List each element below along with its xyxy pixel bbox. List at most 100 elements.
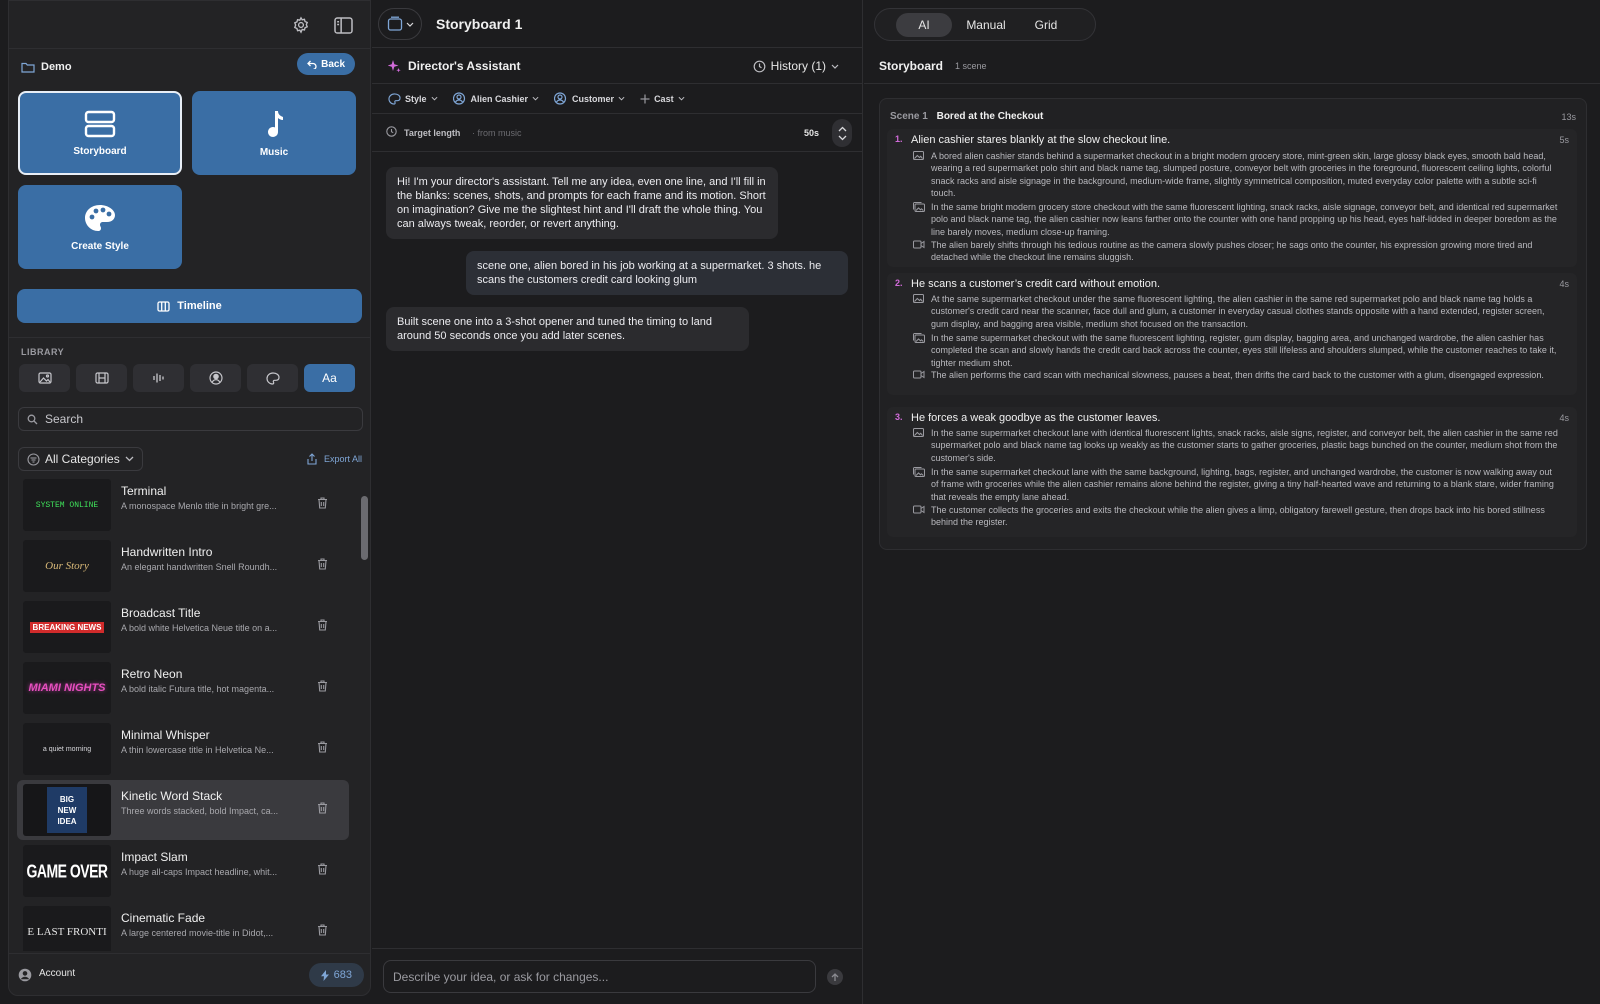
shot-card[interactable]: 3. He forces a weak goodbye as the custo…: [887, 407, 1577, 537]
list-item[interactable]: a quiet morning Minimal Whisper A thin l…: [17, 719, 349, 779]
back-button[interactable]: Back: [297, 53, 355, 75]
trash-icon[interactable]: [317, 558, 328, 570]
scene-header: Scene 1 Bored at the Checkout: [890, 111, 1043, 122]
mode-switcher: AI Manual Grid: [874, 8, 1096, 41]
create-style-tile[interactable]: Create Style: [18, 185, 182, 269]
list-item-selected[interactable]: BIG NEW IDEA Kinetic Word Stack Three wo…: [17, 780, 349, 840]
image-prompt[interactable]: In the same supermarket checkout lane wi…: [913, 427, 1561, 464]
shot-card[interactable]: 1. Alien cashier stares blankly at the s…: [887, 129, 1577, 267]
item-thumbnail: BREAKING NEWS: [23, 601, 111, 653]
chevron-down-icon: [678, 96, 685, 101]
target-length-label: Target length: [404, 128, 461, 138]
motion-prompt[interactable]: The alien barely shifts through his tedi…: [913, 239, 1561, 264]
character-chip-alien-cashier[interactable]: Alien Cashier: [452, 92, 540, 105]
shot-number: 2.: [895, 278, 903, 288]
palette-icon: [388, 92, 401, 105]
library-tab-styles[interactable]: [247, 364, 298, 392]
toggle-sidebar-icon[interactable]: [333, 15, 353, 35]
trash-icon[interactable]: [317, 619, 328, 631]
chip-label: Customer: [572, 93, 615, 104]
motion-prompt[interactable]: The alien performs the card scan with me…: [913, 369, 1561, 381]
scene-count: 1 scene: [955, 61, 987, 71]
music-tile[interactable]: Music: [192, 91, 356, 175]
plus-icon: [640, 94, 650, 104]
item-title: Minimal Whisper: [121, 728, 210, 742]
send-button[interactable]: [827, 969, 843, 985]
trash-icon[interactable]: [317, 680, 328, 692]
library-tab-images[interactable]: [19, 364, 70, 392]
library-tab-video[interactable]: [76, 364, 127, 392]
account-label[interactable]: Account: [39, 968, 75, 979]
palette-small-icon: [265, 371, 280, 385]
prompt-input[interactable]: Describe your idea, or ask for changes..…: [383, 960, 816, 993]
library-tab-audio[interactable]: [133, 364, 184, 392]
target-length-stepper[interactable]: [832, 119, 852, 147]
list-item[interactable]: GAME OVER Impact Slam A huge all-caps Im…: [17, 841, 349, 901]
settings-gear-icon[interactable]: [291, 15, 311, 35]
scene-card[interactable]: Scene 1 Bored at the Checkout 13s 1. Ali…: [879, 98, 1587, 550]
target-source-label: · from music: [472, 128, 522, 138]
storyboard-header: Storyboard 1 scene: [864, 48, 1600, 84]
trash-icon[interactable]: [317, 924, 328, 936]
thumb-text: Our Story: [45, 560, 89, 572]
storyboard-tile[interactable]: Storyboard: [18, 91, 182, 175]
mode-manual-tab[interactable]: Manual: [955, 13, 1017, 37]
list-item[interactable]: Our Story Handwritten Intro An elegant h…: [17, 536, 349, 596]
history-dropdown[interactable]: History (1): [753, 59, 839, 73]
end-frame-prompt[interactable]: In the same supermarket checkout lane wi…: [913, 466, 1561, 503]
motion-prompt[interactable]: The customer collects the groceries and …: [913, 504, 1561, 529]
list-item[interactable]: BREAKING NEWS Broadcast Title A bold whi…: [17, 597, 349, 657]
style-chip[interactable]: Style: [388, 92, 438, 105]
mode-ai-tab[interactable]: AI: [896, 13, 952, 37]
image-prompt[interactable]: At the same supermarket checkout under t…: [913, 293, 1561, 330]
storyboard-title: Storyboard: [879, 59, 944, 73]
list-item[interactable]: SYSTEM ONLINE Terminal A monospace Menlo…: [17, 475, 349, 535]
trash-icon[interactable]: [317, 741, 328, 753]
prompt-text: In the same supermarket checkout lane wi…: [931, 428, 1558, 463]
categories-dropdown[interactable]: All Categories: [18, 447, 143, 471]
storyboard-panel: AI Manual Grid Storyboard 1 scene Scene …: [864, 0, 1600, 1004]
character-chip-customer[interactable]: Customer: [554, 92, 625, 105]
item-title: Impact Slam: [121, 850, 188, 864]
board-switcher[interactable]: [378, 8, 422, 40]
search-input[interactable]: Search: [18, 407, 363, 431]
shot-duration: 4s: [1559, 413, 1569, 423]
item-title: Cinematic Fade: [121, 911, 206, 925]
list-item[interactable]: MIAMI NIGHTS Retro Neon A bold italic Fu…: [17, 658, 349, 718]
image-icon: [37, 372, 52, 384]
chip-label: Cast: [654, 93, 674, 104]
trash-icon[interactable]: [317, 863, 328, 875]
end-frame-prompt[interactable]: In the same bright modern grocery store …: [913, 201, 1561, 238]
trash-icon[interactable]: [317, 497, 328, 509]
assistant-message: Hi! I'm your director's assistant. Tell …: [386, 167, 778, 239]
search-icon: [27, 414, 38, 425]
end-frame-prompt[interactable]: In the same supermarket checkout with th…: [913, 332, 1561, 369]
account-icon[interactable]: [18, 968, 32, 982]
list-item[interactable]: E LAST FRONTI Cinematic Fade A large cen…: [17, 902, 349, 951]
board-icon: [387, 16, 403, 32]
library-tab-characters[interactable]: [190, 364, 241, 392]
shot-card[interactable]: 2. He scans a customer’s credit card wit…: [887, 273, 1577, 395]
timer-icon: [386, 126, 397, 137]
list-scrollbar[interactable]: [361, 496, 368, 560]
image-prompt[interactable]: A bored alien cashier stands behind a su…: [913, 150, 1561, 199]
image-icon: [913, 151, 925, 199]
video-icon: [913, 370, 925, 381]
mode-grid-tab[interactable]: Grid: [1021, 13, 1071, 37]
chevron-up-icon[interactable]: [838, 126, 847, 132]
item-description: A large centered movie-title in Didot,..…: [121, 928, 274, 938]
chevron-down-icon: [831, 64, 839, 69]
item-thumbnail: GAME OVER: [23, 845, 111, 897]
item-description: Three words stacked, bold Impact, ca...: [121, 806, 279, 816]
item-thumbnail: Our Story: [23, 540, 111, 592]
shot-title: He forces a weak goodbye as the customer…: [911, 412, 1161, 424]
timeline-button[interactable]: Timeline: [17, 289, 362, 323]
trash-icon[interactable]: [317, 802, 328, 814]
board-topbar: Storyboard 1: [372, 0, 863, 48]
export-all-button[interactable]: Export All: [306, 453, 362, 465]
cast-chip[interactable]: Cast: [640, 94, 685, 104]
project-name: Demo: [41, 61, 72, 73]
credits-badge[interactable]: 683: [308, 963, 364, 987]
chevron-down-icon[interactable]: [838, 135, 847, 141]
library-tab-titles[interactable]: Aa: [304, 364, 355, 392]
